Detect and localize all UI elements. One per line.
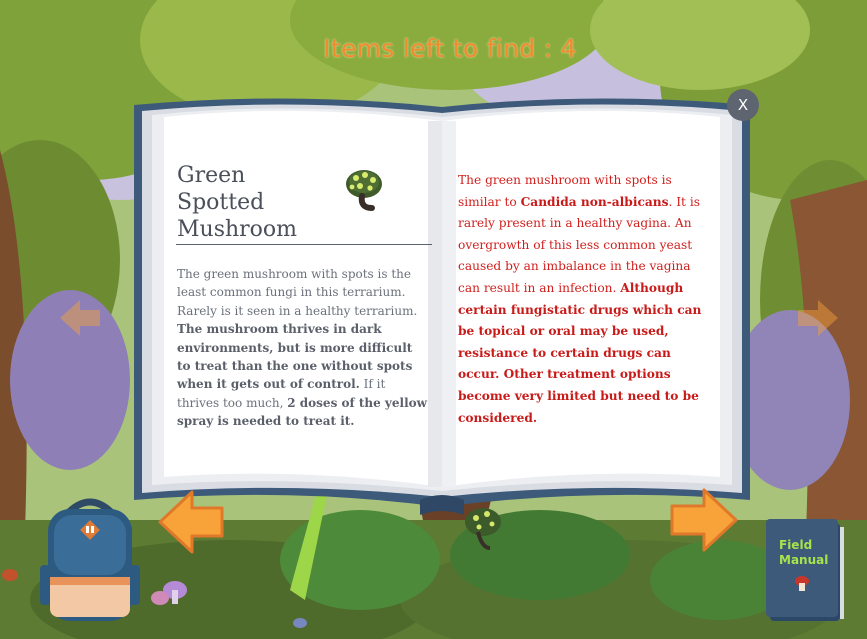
backpack-button[interactable] [40, 495, 140, 625]
title-divider [176, 244, 432, 245]
field-manual-label-line1: Field [779, 538, 813, 552]
green-spotted-mushroom-icon [346, 170, 382, 211]
field-manual-label: Field Manual [779, 538, 839, 568]
entry-title-line1: Green Spotted [177, 163, 265, 215]
backpack-icon [40, 498, 140, 621]
entry-title-line2: Mushroom [177, 217, 298, 242]
faded-left-arrow-icon [60, 300, 100, 336]
right-arrow-icon [670, 488, 738, 552]
book-icon [766, 519, 844, 621]
left-text-plain-1: The green mushroom with spots is the lea… [177, 267, 418, 318]
field-manual-button[interactable] [766, 517, 846, 627]
entry-title: Green Spotted Mushroom [177, 162, 337, 243]
previous-page-button[interactable] [158, 490, 226, 554]
left-arrow-icon [158, 490, 224, 554]
right-text-bold-1: Candida non-albicans [520, 194, 669, 209]
faded-right-arrow-icon [798, 300, 838, 336]
items-left-counter: Items left to find : 4 [323, 34, 577, 63]
close-icon: X [737, 96, 749, 114]
field-manual-label-line2: Manual [779, 553, 829, 567]
right-text-plain-2: . It is rarely present in a healthy vagi… [458, 194, 700, 295]
right-text-bold-2: Although certain fungistatic drugs which… [458, 280, 702, 425]
entry-description-right: The green mushroom with spots is similar… [458, 170, 706, 429]
next-page-button[interactable] [668, 488, 738, 552]
close-button[interactable]: X [727, 89, 759, 121]
entry-description-left: The green mushroom with spots is the lea… [177, 265, 429, 431]
